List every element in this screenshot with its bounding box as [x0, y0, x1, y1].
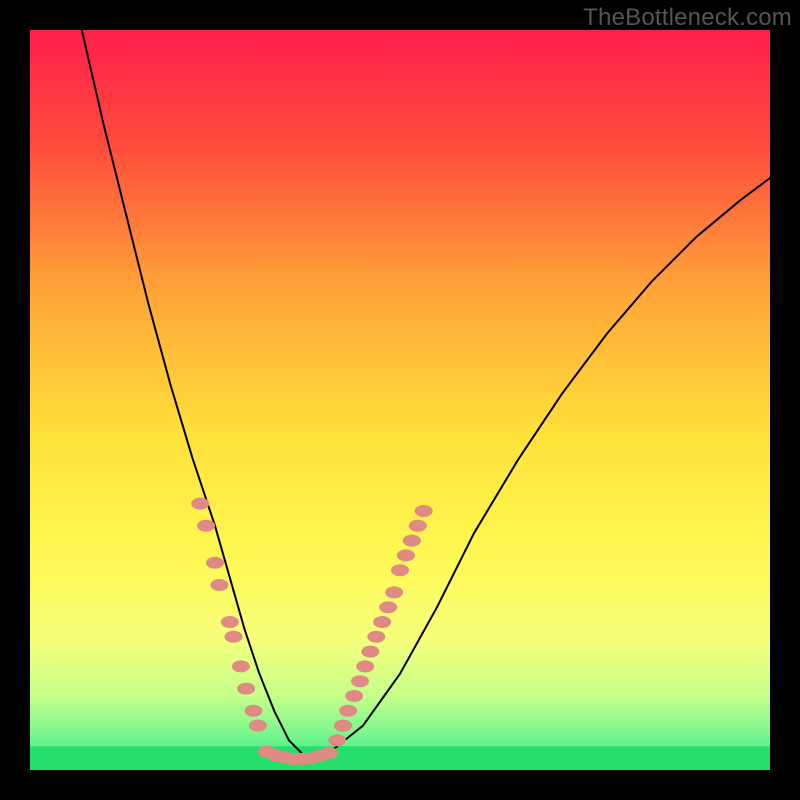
data-point-icon	[345, 690, 363, 702]
chart-container: TheBottleneck.com	[0, 0, 800, 800]
data-point-icon	[361, 646, 379, 658]
data-point-icon	[210, 579, 228, 591]
data-point-icon	[206, 557, 224, 569]
data-point-icon	[197, 520, 215, 532]
data-point-icon	[334, 720, 352, 732]
data-point-icon	[397, 549, 415, 561]
data-point-icon	[391, 564, 409, 576]
data-point-icon	[351, 675, 369, 687]
chart-svg	[30, 30, 770, 770]
gradient-background	[30, 30, 770, 770]
bottom-band	[30, 746, 770, 770]
data-point-icon	[409, 520, 427, 532]
data-point-icon	[367, 631, 385, 643]
data-point-icon	[339, 705, 357, 717]
data-point-icon	[373, 616, 391, 628]
data-point-icon	[385, 586, 403, 598]
data-point-icon	[225, 631, 243, 643]
data-point-icon	[403, 535, 421, 547]
data-point-icon	[191, 498, 209, 510]
data-point-icon	[328, 734, 346, 746]
data-point-icon	[356, 660, 374, 672]
plot-area	[30, 30, 770, 770]
data-point-icon	[232, 660, 250, 672]
data-point-icon	[221, 616, 239, 628]
data-point-icon	[415, 505, 433, 517]
data-point-icon	[320, 747, 338, 759]
data-point-icon	[237, 683, 255, 695]
data-point-icon	[379, 601, 397, 613]
watermark-text: TheBottleneck.com	[583, 4, 792, 32]
data-point-icon	[245, 705, 263, 717]
data-point-icon	[249, 720, 267, 732]
